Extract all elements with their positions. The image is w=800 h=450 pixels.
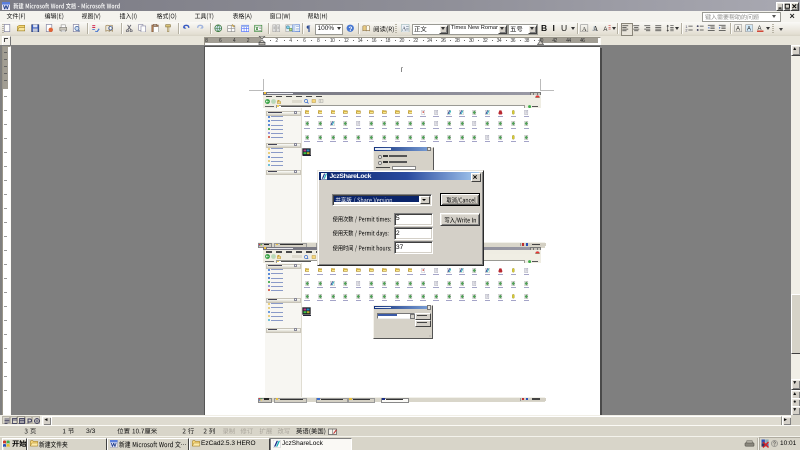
svg-text:A: A bbox=[603, 27, 607, 33]
svg-text:2: 2 bbox=[685, 28, 687, 32]
svg-text:?: ? bbox=[773, 441, 776, 447]
svg-text:A: A bbox=[402, 26, 407, 32]
svg-text:¶: ¶ bbox=[306, 24, 311, 32]
svg-text:A: A bbox=[593, 26, 598, 33]
svg-text:A: A bbox=[746, 26, 750, 32]
svg-text:A: A bbox=[735, 26, 739, 32]
svg-text:?: ? bbox=[349, 26, 353, 33]
svg-text:A: A bbox=[582, 26, 587, 33]
